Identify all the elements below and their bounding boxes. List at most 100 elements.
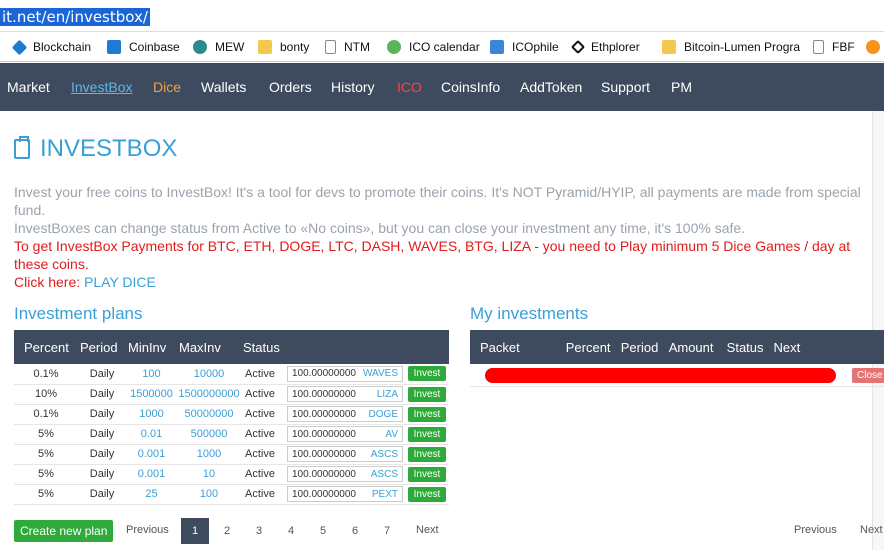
- page-5[interactable]: 5: [309, 518, 337, 544]
- description-intro: Invest your free coins to InvestBox! It'…: [14, 184, 861, 218]
- bookmark-blockchain[interactable]: Blockchain: [11, 39, 91, 55]
- bookmark-ethplorer[interactable]: Ethplorer: [570, 39, 640, 55]
- nav-investbox[interactable]: InvestBox: [71, 79, 132, 95]
- page-2[interactable]: 2: [213, 518, 241, 544]
- col-status[interactable]: Status: [717, 330, 764, 364]
- nav-wallets[interactable]: Wallets: [201, 79, 246, 95]
- amount-input[interactable]: 100.00000000 LIZA: [287, 386, 403, 402]
- col-amount[interactable]: Amount: [659, 330, 717, 364]
- amount-input[interactable]: 100.00000000 WAVES: [287, 365, 403, 382]
- amount-input[interactable]: 100.00000000 ASCS: [287, 466, 403, 482]
- row-amount[interactable]: 100.00000000 AV: [285, 424, 405, 445]
- col-packet[interactable]: Packet: [470, 330, 556, 364]
- invest-button[interactable]: Invest: [407, 426, 447, 442]
- page-title-text: INVESTBOX: [40, 135, 178, 162]
- amount-input[interactable]: 100.00000000 DOGE: [287, 406, 403, 422]
- play-dice-link[interactable]: PLAY DICE: [84, 274, 156, 290]
- redaction-bar: [485, 368, 836, 383]
- bookmark-ntm[interactable]: NTM: [325, 39, 370, 55]
- row-invest: Invest: [405, 484, 449, 505]
- col-next[interactable]: Next: [764, 330, 884, 364]
- row-amount[interactable]: 100.00000000 DOGE: [285, 404, 405, 425]
- page-1[interactable]: 1: [181, 518, 209, 544]
- row-amount[interactable]: 100.00000000 WAVES: [285, 364, 405, 385]
- my-next-button[interactable]: Next: [860, 524, 883, 536]
- plans-next-button[interactable]: Next: [416, 524, 439, 536]
- row-period: Daily: [78, 464, 126, 485]
- row-amount[interactable]: 100.00000000 LIZA: [285, 384, 405, 405]
- invest-button[interactable]: Invest: [407, 366, 447, 382]
- row-max: 50000000: [177, 404, 241, 425]
- bookmark-ico-calendar[interactable]: ICO calendar: [387, 39, 480, 55]
- invest-button[interactable]: Invest: [407, 446, 447, 462]
- col-period[interactable]: Period: [78, 330, 126, 364]
- row-invest: Invest: [405, 384, 449, 405]
- my-prev-button[interactable]: Previous: [794, 524, 837, 536]
- col-status[interactable]: Status: [241, 330, 449, 364]
- nav-addtoken[interactable]: AddToken: [520, 79, 582, 95]
- nav-coinsinfo[interactable]: CoinsInfo: [441, 79, 500, 95]
- page-7[interactable]: 7: [373, 518, 401, 544]
- invest-button[interactable]: Invest: [407, 486, 447, 502]
- amount-input[interactable]: 100.00000000 PEXT: [287, 486, 403, 502]
- col-percent[interactable]: Percent: [14, 330, 78, 364]
- bookmark-icophile[interactable]: ICOphile: [490, 39, 559, 55]
- nav-support[interactable]: Support: [601, 79, 650, 95]
- row-status: Active: [241, 424, 285, 445]
- row-amount[interactable]: 100.00000000 ASCS: [285, 444, 405, 465]
- col-maxinv[interactable]: MaxInv: [177, 330, 241, 364]
- row-amount[interactable]: 100.00000000 ASCS: [285, 464, 405, 485]
- plans-prev-button[interactable]: Previous: [126, 524, 169, 536]
- bookmark-bitcoin[interactable]: [866, 39, 884, 55]
- close-button[interactable]: Close: [852, 368, 884, 383]
- nav-pm[interactable]: PM: [671, 79, 692, 95]
- page-4[interactable]: 4: [277, 518, 305, 544]
- row-max: 100: [177, 484, 241, 505]
- invest-button[interactable]: Invest: [407, 466, 447, 482]
- row-min: 1000: [126, 404, 177, 425]
- ethplorer-icon: [570, 39, 586, 55]
- description-status: InvestBoxes can change status from Activ…: [14, 220, 746, 236]
- row-max: 10000: [177, 364, 241, 385]
- invest-button[interactable]: Invest: [407, 386, 447, 402]
- address-bar[interactable]: it.net/en/investbox/: [0, 0, 884, 32]
- url-text[interactable]: it.net/en/investbox/: [0, 8, 150, 26]
- bookmark-fbf[interactable]: FBF: [813, 39, 855, 55]
- row-invest: Invest: [405, 364, 449, 385]
- bookmark-mew[interactable]: MEW: [193, 39, 244, 55]
- invest-button[interactable]: Invest: [407, 406, 447, 422]
- page-3[interactable]: 3: [245, 518, 273, 544]
- amount-input[interactable]: 100.00000000 AV: [287, 426, 403, 442]
- row-percent: 10%: [14, 384, 78, 405]
- row-period: Daily: [78, 384, 126, 405]
- nav-market[interactable]: Market: [7, 79, 50, 95]
- row-max: 10: [177, 464, 241, 485]
- col-period[interactable]: Period: [611, 330, 659, 364]
- nav-orders[interactable]: Orders: [269, 79, 312, 95]
- mew-icon: [193, 40, 207, 54]
- row-status: Active: [241, 404, 285, 425]
- row-invest: Invest: [405, 424, 449, 445]
- row-amount[interactable]: 100.00000000 PEXT: [285, 484, 405, 505]
- amount-input[interactable]: 100.00000000 ASCS: [287, 446, 403, 462]
- page-icon: [325, 40, 336, 54]
- col-mininv[interactable]: MinInv: [126, 330, 177, 364]
- bookmark-bonty[interactable]: bonty: [258, 39, 309, 55]
- bookmark-bitcoin-lumen[interactable]: Bitcoin-Lumen Progra: [662, 39, 800, 55]
- click-here-label: Click here:: [14, 274, 85, 290]
- create-new-plan-button[interactable]: Create new plan: [14, 520, 114, 542]
- nav-dice[interactable]: Dice: [153, 79, 181, 95]
- row-period: Daily: [78, 444, 126, 465]
- row-percent: 5%: [14, 464, 78, 485]
- table-row: 5% Daily 0.01 500000 Active 100.00000000…: [14, 424, 449, 445]
- bookmark-coinbase[interactable]: Coinbase: [107, 39, 180, 55]
- page-6[interactable]: 6: [341, 518, 369, 544]
- my-investments-heading: My investments: [470, 304, 589, 323]
- blockchain-icon: [11, 39, 28, 55]
- nav-ico[interactable]: ICO: [397, 79, 422, 95]
- clipboard-icon: [14, 136, 30, 159]
- row-min: 25: [126, 484, 177, 505]
- nav-history[interactable]: History: [331, 79, 375, 95]
- row-period: Daily: [78, 364, 126, 385]
- col-percent[interactable]: Percent: [556, 330, 611, 364]
